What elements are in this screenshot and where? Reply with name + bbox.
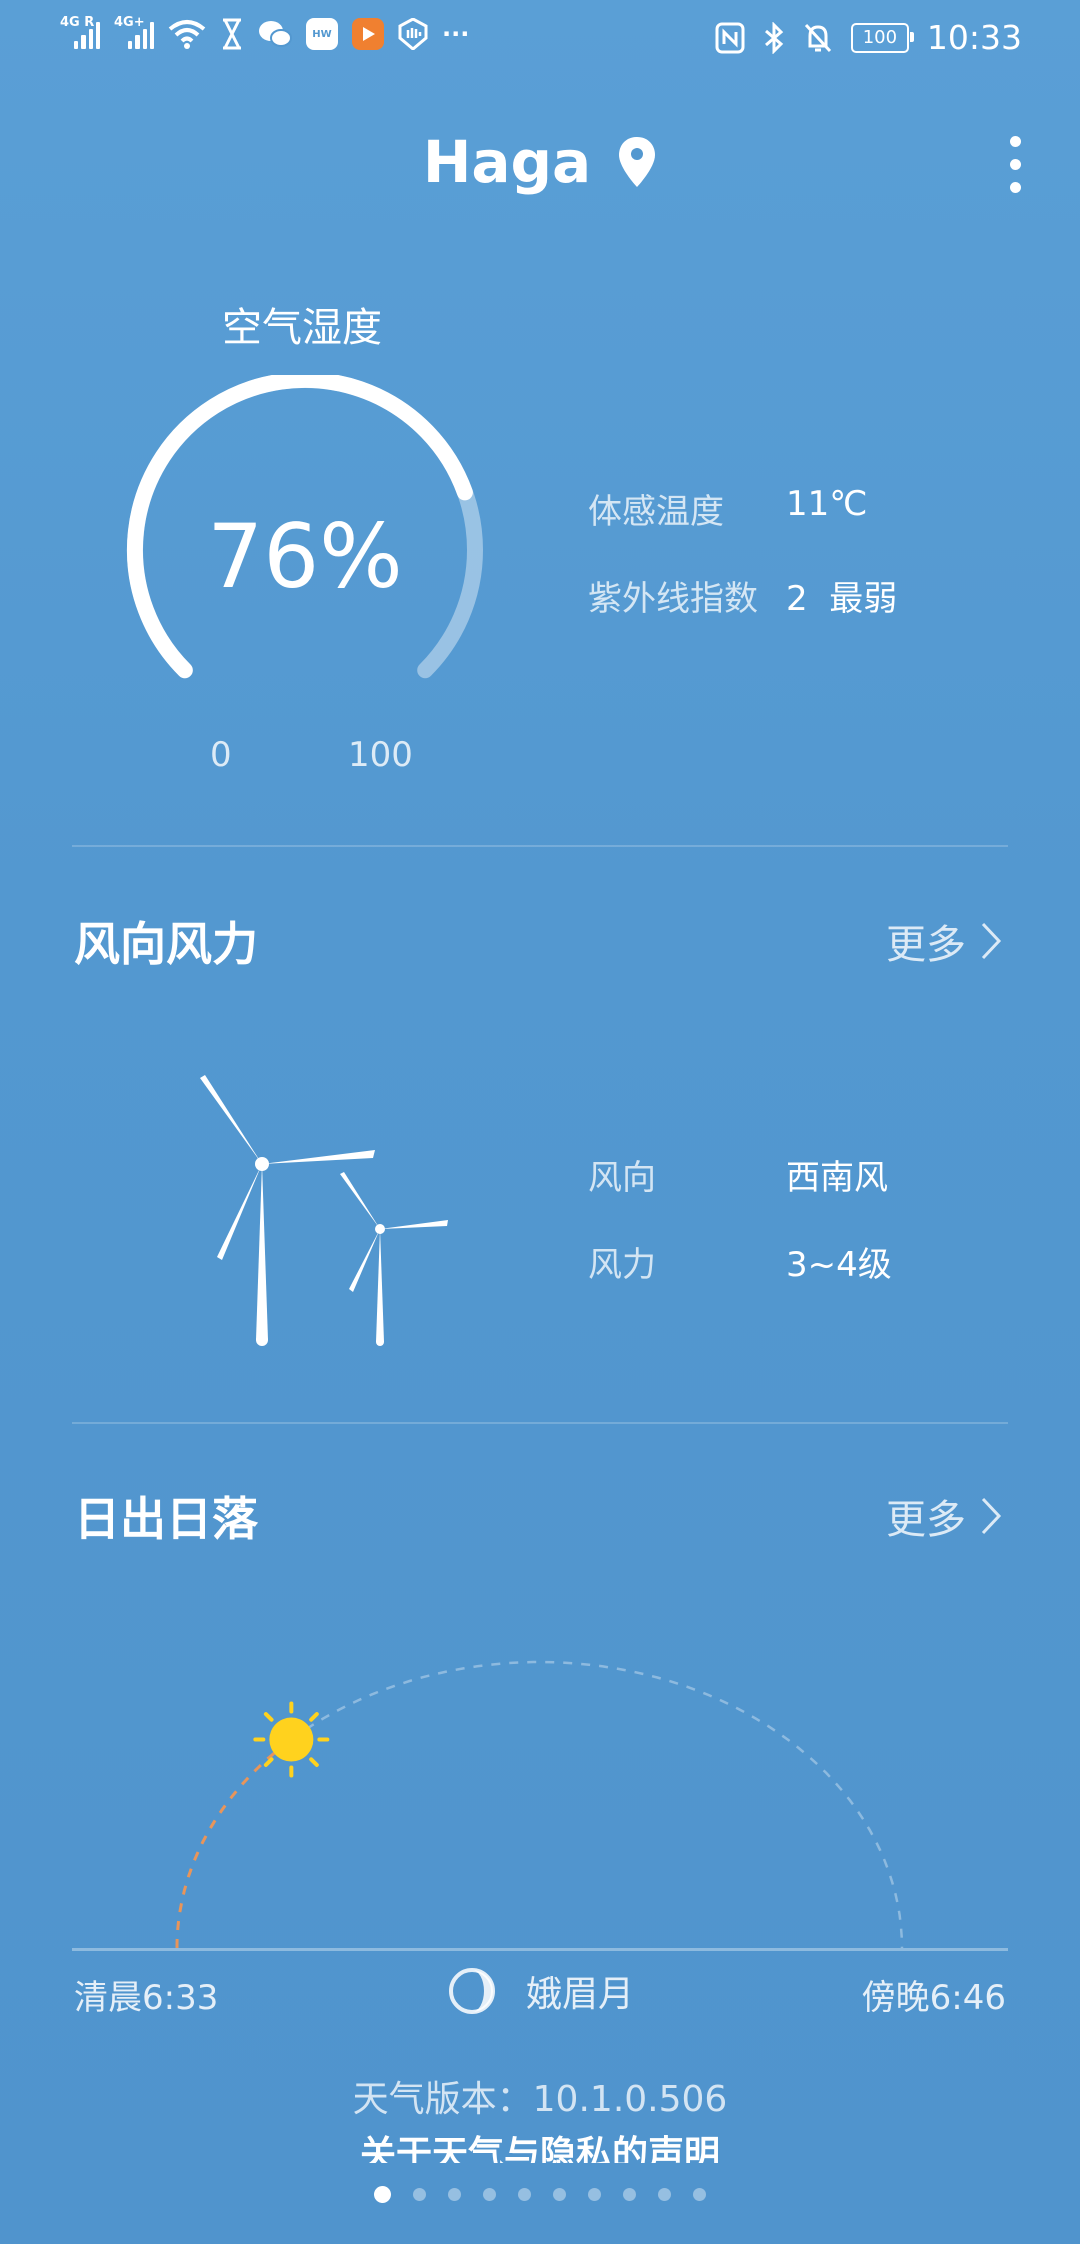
wind-force-row: 风力 3~4级 — [588, 1237, 892, 1286]
feels-like-label: 体感温度 — [588, 492, 724, 532]
bluetooth-icon — [764, 21, 784, 54]
page-dot[interactable] — [448, 2188, 461, 2201]
sun-path-chart — [175, 1660, 904, 1949]
feels-like-value: 11℃ — [786, 484, 868, 524]
privacy-statement-link[interactable]: 关于天气与隐私的声明 — [0, 2125, 1080, 2163]
wind-direction-label: 风向 — [588, 1158, 656, 1198]
humidity-value: 76% — [207, 505, 403, 608]
status-right-icons: 100 10:33 — [715, 18, 1022, 57]
page-dot[interactable] — [483, 2188, 496, 2201]
status-left-icons: 4G R 4G+ HW ··· — [60, 15, 470, 50]
page-dot[interactable] — [518, 2188, 531, 2201]
wind-force-value: 3~4级 — [786, 1245, 892, 1285]
sun-icon — [253, 1701, 330, 1778]
signal-2-icon: 4G+ — [114, 15, 154, 49]
page-indicator[interactable] — [0, 2186, 1080, 2203]
horizon-line — [72, 1948, 1008, 1951]
app-version: 天气版本：10.1.0.506 — [352, 2079, 728, 2120]
nfc-icon — [715, 22, 745, 53]
wind-section-title: 风向风力 — [74, 917, 258, 971]
video-app-icon — [352, 18, 384, 50]
uv-index-row: 紫外线指数 2 最弱 — [588, 571, 897, 620]
bell-off-icon — [804, 23, 831, 52]
more-notifications-icon: ··· — [442, 20, 470, 48]
chevron-right-icon — [981, 922, 1002, 960]
weather-details: 体感温度 11℃ 紫外线指数 2 最弱 — [588, 484, 897, 620]
moon-phase-label: 娥眉月 — [526, 1974, 635, 2015]
uv-index-value: 2 最弱 — [786, 579, 898, 619]
location-header[interactable]: Haga — [0, 128, 1080, 196]
sunset-time: 傍晚6:46 — [861, 1978, 1006, 2018]
gauge-min-label: 0 — [210, 735, 232, 775]
hand-shield-icon — [398, 18, 428, 50]
page-dot[interactable] — [553, 2188, 566, 2201]
page-dot[interactable] — [658, 2188, 671, 2201]
hourglass-icon — [223, 18, 241, 50]
section-divider — [72, 845, 1008, 847]
sun-section-title: 日出日落 — [74, 1492, 258, 1546]
wind-turbine-icon — [200, 1075, 448, 1346]
city-name[interactable]: Haga — [423, 128, 591, 196]
feels-like-row: 体感温度 11℃ — [588, 484, 897, 533]
humidity-title: 空气湿度 — [222, 305, 382, 351]
section-divider — [72, 1422, 1008, 1424]
gauge-max-label: 100 — [348, 735, 413, 775]
page-dot[interactable] — [623, 2188, 636, 2201]
chevron-right-icon — [981, 1497, 1002, 1535]
wind-direction-value: 西南风 — [786, 1158, 888, 1198]
wind-direction-row: 风向 西南风 — [588, 1150, 892, 1199]
wind-details: 风向 西南风 风力 3~4级 — [588, 1150, 892, 1286]
page-dot[interactable] — [413, 2188, 426, 2201]
wifi-icon — [168, 20, 206, 49]
huawei-store-icon: HW — [306, 18, 338, 50]
wind-force-label: 风力 — [588, 1245, 656, 1285]
sun-more-label: 更多 — [886, 1497, 966, 1543]
more-options-icon[interactable] — [1000, 136, 1030, 196]
wind-more-label: 更多 — [886, 922, 966, 968]
sunrise-time: 清晨6:33 — [74, 1978, 219, 2018]
moon-icon — [449, 1968, 495, 2014]
page-dot[interactable] — [693, 2188, 706, 2201]
page-dot[interactable] — [374, 2186, 391, 2203]
page-dot[interactable] — [588, 2188, 601, 2201]
sun-more-link[interactable]: 更多 — [886, 1487, 1002, 1545]
signal-1-icon: 4G R — [60, 15, 100, 49]
wechat-icon — [259, 21, 292, 47]
uv-index-label: 紫外线指数 — [588, 579, 758, 619]
clock: 10:33 — [926, 18, 1022, 57]
wind-more-link[interactable]: 更多 — [886, 912, 1002, 970]
battery-icon: 100 — [850, 22, 914, 53]
status-bar: 4G R 4G+ HW ··· 100 10:33 — [0, 0, 1080, 80]
moon-phase: 娥眉月 — [448, 1965, 634, 2017]
location-pin-icon[interactable] — [617, 135, 657, 189]
